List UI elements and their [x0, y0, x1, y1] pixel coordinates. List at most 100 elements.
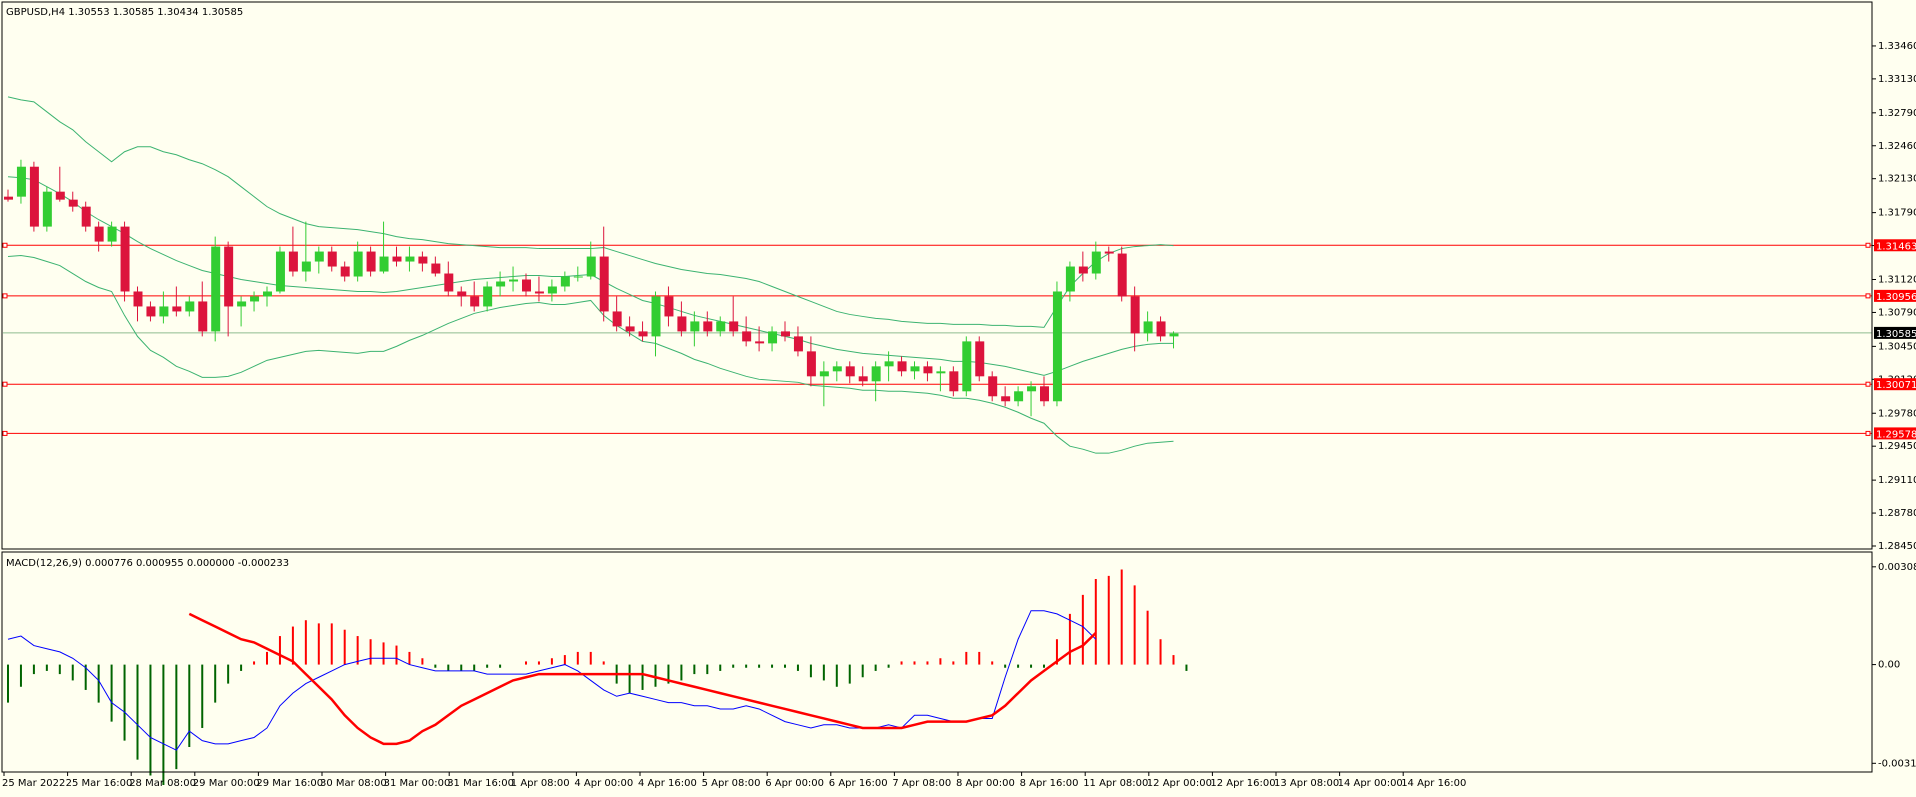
- candle-bull[interactable]: [42, 191, 52, 227]
- candle-bull[interactable]: [263, 291, 272, 297]
- candle-bull[interactable]: [107, 226, 117, 242]
- candle-bull[interactable]: [560, 276, 570, 287]
- candle-bear[interactable]: [677, 316, 687, 332]
- candle-bull[interactable]: [910, 366, 920, 372]
- candle-bull[interactable]: [496, 281, 506, 287]
- candle-bear[interactable]: [146, 306, 156, 317]
- candle-bear[interactable]: [923, 366, 933, 374]
- candle-bear[interactable]: [534, 291, 544, 294]
- candle-bull[interactable]: [1143, 321, 1153, 334]
- candle-bear[interactable]: [392, 256, 402, 262]
- candle-bull[interactable]: [768, 331, 778, 344]
- candle-bull[interactable]: [832, 366, 842, 372]
- candle-bear[interactable]: [625, 326, 635, 332]
- candle-bull[interactable]: [314, 251, 324, 262]
- candle-bull[interactable]: [16, 166, 26, 197]
- candle-bear[interactable]: [288, 251, 298, 272]
- candle-bear[interactable]: [949, 371, 959, 392]
- candle-bear[interactable]: [418, 256, 428, 264]
- candle-bear[interactable]: [120, 226, 130, 292]
- candle-bull[interactable]: [211, 246, 221, 332]
- candle-bear[interactable]: [858, 376, 868, 382]
- candle-bear[interactable]: [703, 321, 713, 332]
- candle-bull[interactable]: [353, 251, 363, 277]
- candle-bull[interactable]: [1027, 386, 1037, 392]
- candle-bull[interactable]: [1091, 251, 1101, 274]
- candle-bull[interactable]: [884, 361, 894, 367]
- candle-bull[interactable]: [819, 371, 829, 377]
- candle-bear[interactable]: [793, 336, 803, 352]
- candle-bull[interactable]: [586, 256, 596, 277]
- candle-bear[interactable]: [444, 273, 454, 292]
- level-handle-left[interactable]: [2, 430, 8, 436]
- trading-chart[interactable]: 1.33460 1.33130 1.32790 1.32460 1.32130 1.317…: [0, 0, 1916, 793]
- candle-bear[interactable]: [431, 263, 441, 274]
- level-handle-left[interactable]: [2, 242, 8, 248]
- candle-bull[interactable]: [651, 296, 661, 337]
- candle-bull[interactable]: [483, 286, 493, 307]
- candle-bear[interactable]: [742, 331, 752, 342]
- candle-bear[interactable]: [1117, 253, 1127, 297]
- level-handle-right[interactable]: [1865, 242, 1871, 248]
- candle-bear[interactable]: [664, 296, 674, 317]
- candle-bear[interactable]: [806, 351, 816, 377]
- candle-bear[interactable]: [224, 246, 234, 307]
- candle-bear[interactable]: [1001, 396, 1011, 402]
- candle-bear[interactable]: [599, 256, 609, 312]
- candle-bear[interactable]: [1040, 386, 1049, 402]
- candle-bear[interactable]: [4, 196, 13, 200]
- candle-bear[interactable]: [327, 251, 337, 267]
- candle-bear[interactable]: [755, 341, 765, 344]
- candle-bear[interactable]: [457, 291, 467, 297]
- candle-bear[interactable]: [55, 191, 65, 200]
- candle-bear[interactable]: [612, 311, 622, 327]
- candle-bull[interactable]: [185, 301, 195, 312]
- candle-bear[interactable]: [29, 166, 39, 227]
- candle-bull[interactable]: [275, 251, 285, 292]
- candle-bear[interactable]: [68, 199, 78, 207]
- level-handle-right[interactable]: [1865, 381, 1871, 387]
- candle-bear[interactable]: [1078, 266, 1088, 274]
- candle-bear[interactable]: [94, 226, 104, 242]
- candle-bear[interactable]: [133, 291, 143, 307]
- candle-bear[interactable]: [638, 331, 648, 337]
- candle-bull[interactable]: [690, 321, 700, 332]
- candle-bull[interactable]: [936, 371, 946, 374]
- candle-bear[interactable]: [198, 301, 208, 332]
- candle-bull[interactable]: [871, 366, 881, 382]
- candle-bear[interactable]: [340, 266, 350, 277]
- candle-bear[interactable]: [845, 366, 855, 377]
- candle-bull[interactable]: [1065, 266, 1075, 292]
- candle-bull[interactable]: [1014, 391, 1024, 402]
- candle-bear[interactable]: [1130, 296, 1140, 334]
- candle-bear[interactable]: [81, 206, 91, 227]
- candle-bear[interactable]: [975, 341, 985, 377]
- level-handle-left[interactable]: [2, 293, 8, 299]
- candle-bull[interactable]: [573, 276, 583, 278]
- candle-bear[interactable]: [470, 296, 480, 307]
- candle-bear[interactable]: [1156, 321, 1166, 337]
- candle-bear[interactable]: [1104, 251, 1114, 254]
- candle-bear[interactable]: [366, 251, 376, 272]
- candle-bear[interactable]: [172, 306, 182, 312]
- candle-bull[interactable]: [379, 256, 389, 272]
- candle-bull[interactable]: [405, 256, 415, 262]
- candle-bear[interactable]: [897, 361, 907, 372]
- level-handle-left[interactable]: [2, 381, 8, 387]
- candle-bull[interactable]: [159, 306, 169, 317]
- level-handle-right[interactable]: [1865, 430, 1871, 436]
- candle-bear[interactable]: [729, 321, 739, 332]
- candle-bull[interactable]: [237, 301, 247, 307]
- candle-bull[interactable]: [1052, 291, 1062, 402]
- candle-bull[interactable]: [716, 321, 726, 332]
- level-handle-right[interactable]: [1865, 293, 1871, 299]
- candle-bull[interactable]: [250, 296, 260, 302]
- candle-bull[interactable]: [1169, 333, 1179, 337]
- candle-bull[interactable]: [962, 341, 972, 392]
- candle-bear[interactable]: [781, 331, 790, 337]
- candle-bull[interactable]: [301, 261, 311, 272]
- candle-bear[interactable]: [522, 279, 531, 292]
- candle-bear[interactable]: [988, 376, 998, 397]
- chart-canvas[interactable]: 1.33460 1.33130 1.32790 1.32460 1.32130 1.317…: [0, 0, 1916, 793]
- candle-bull[interactable]: [547, 286, 557, 294]
